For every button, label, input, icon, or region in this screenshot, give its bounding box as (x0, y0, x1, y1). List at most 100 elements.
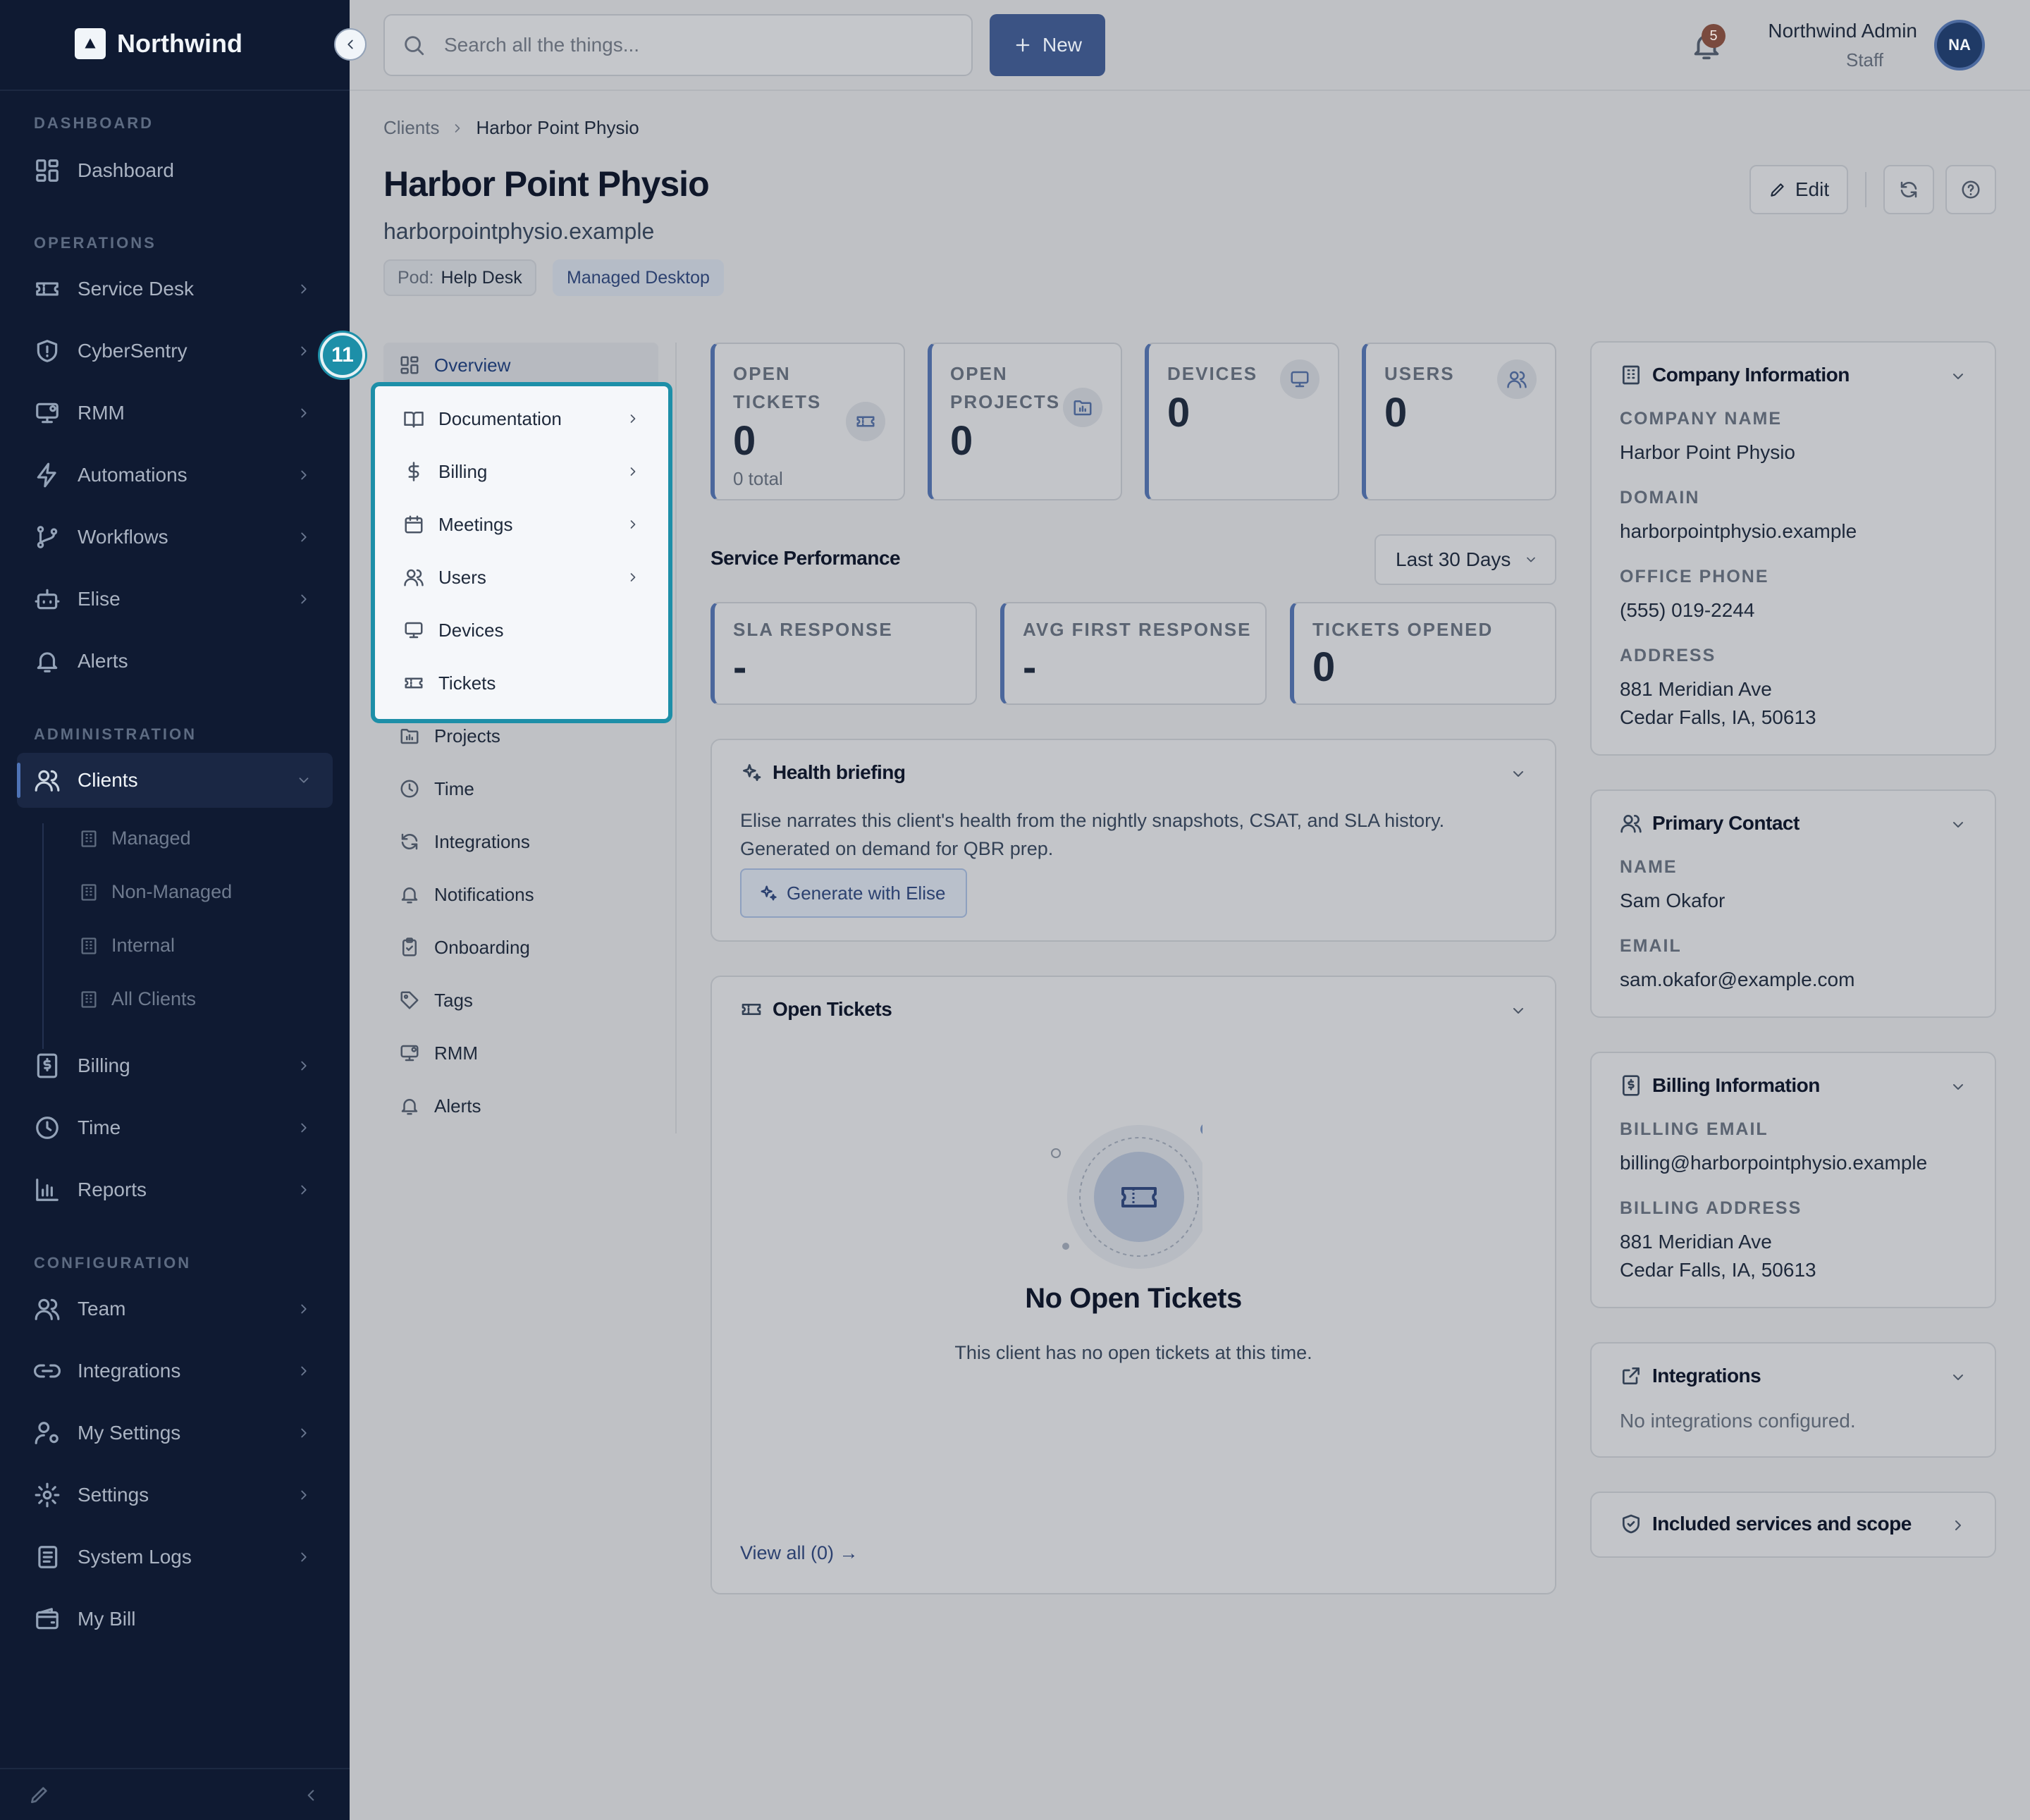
chevron-left-icon (347, 39, 353, 49)
sidebar-subitem-non-managed[interactable]: Non-Managed (79, 881, 232, 903)
subnav-integrations[interactable]: Integrations (383, 819, 658, 864)
sidebar-item-integrations[interactable]: Integrations (17, 1344, 333, 1398)
stat-open-projects[interactable]: OPEN PROJECTS 0 (928, 343, 1122, 500)
sidebar-item-cybersentry[interactable]: CyberSentry (17, 324, 333, 379)
subnav-overview[interactable]: Overview (383, 343, 658, 388)
date-range-select[interactable]: Last 30 Days (1374, 534, 1556, 585)
sidebar-item-elise[interactable]: Elise (17, 572, 333, 627)
chevron-down-icon (1527, 557, 1535, 562)
contact-email-value[interactable]: sam.okafor@example.com (1620, 966, 1854, 994)
new-button[interactable]: New (990, 14, 1105, 76)
avatar[interactable]: NA (1934, 20, 1985, 70)
subnav-meetings[interactable]: Meetings (388, 502, 656, 547)
stat-open-tickets[interactable]: OPEN TICKETS 0 0 total (710, 343, 905, 500)
health-briefing-card: Health briefing Elise narrates this clie… (710, 739, 1556, 942)
sidebar-subitem-internal[interactable]: Internal (79, 935, 175, 957)
page-title: Harbor Point Physio (383, 164, 710, 204)
integrations-empty-text: No integrations configured. (1620, 1410, 1856, 1432)
metric-value: - (733, 644, 747, 690)
chevron-right-icon (296, 1301, 312, 1317)
subnav-alerts[interactable]: Alerts (383, 1083, 658, 1129)
sidebar-item-reports[interactable]: Reports (17, 1162, 333, 1217)
view-all-tickets-link[interactable]: View all (0) → (740, 1542, 859, 1564)
subnav-devices[interactable]: Devices (388, 608, 656, 653)
global-search[interactable] (383, 14, 973, 76)
edit-button-label: Edit (1795, 178, 1830, 200)
subitem-label: Non-Managed (111, 881, 233, 902)
subnav-tags[interactable]: Tags (383, 978, 658, 1023)
subnav-onboarding[interactable]: Onboarding (383, 925, 658, 970)
refresh-icon (1900, 181, 1917, 198)
sidebar-item-service-desk[interactable]: Service Desk (17, 262, 333, 316)
building-icon (79, 883, 99, 902)
breadcrumb-parent[interactable]: Clients (383, 117, 439, 139)
sidebar-item-settings[interactable]: Settings (17, 1468, 333, 1523)
sidebar-item-clients[interactable]: Clients (17, 753, 333, 808)
sidebar-item-billing[interactable]: Billing (17, 1038, 333, 1093)
edit-button[interactable]: Edit (1749, 165, 1848, 214)
sidebar-subitem-all-clients[interactable]: All Clients (79, 988, 196, 1010)
chevron-down-icon (296, 773, 312, 788)
field-label: BILLING ADDRESS (1620, 1198, 1802, 1218)
generate-with-elise-button[interactable]: Generate with Elise (740, 868, 967, 918)
sidebar-subitem-managed[interactable]: Managed (79, 828, 191, 849)
stat-users[interactable]: USERS 0 (1362, 343, 1556, 500)
sidebar-item-label: My Settings (78, 1422, 181, 1444)
stat-devices[interactable]: DEVICES 0 (1145, 343, 1339, 500)
subnav-rmm[interactable]: RMM (383, 1031, 658, 1076)
sidebar-item-rmm[interactable]: RMM (17, 386, 333, 441)
pencil-icon[interactable] (28, 1783, 51, 1806)
help-button[interactable] (1945, 165, 1996, 214)
collapse-left-icon[interactable] (302, 1786, 320, 1804)
building-icon (79, 990, 99, 1009)
chevron-down-icon[interactable] (1510, 1002, 1527, 1019)
sparkles-icon (743, 764, 761, 781)
sidebar-collapse-button[interactable] (334, 28, 367, 61)
app-logo[interactable]: Northwind (75, 28, 242, 59)
card-title: Primary Contact (1652, 812, 1800, 834)
sidebar-item-my-settings[interactable]: My Settings (17, 1406, 333, 1461)
subnav-users[interactable]: Users (388, 555, 656, 600)
subnav-notifications[interactable]: Notifications (383, 872, 658, 917)
subnav-documentation[interactable]: Documentation (388, 396, 656, 441)
chevron-down-icon[interactable] (1950, 1369, 1967, 1386)
chevron-right-icon (296, 1058, 312, 1074)
sidebar-item-label: Settings (78, 1484, 149, 1506)
phone-value: (555) 019-2244 (1620, 599, 1755, 621)
health-description: Elise narrates this client's health from… (740, 810, 1445, 859)
chevron-down-icon[interactable] (1950, 1078, 1967, 1095)
sidebar-item-my-bill[interactable]: My Bill (17, 1592, 333, 1647)
metric-label: TICKETS OPENED (1312, 619, 1494, 640)
sidebar-item-team[interactable]: Team (17, 1281, 333, 1336)
included-services-card[interactable]: Included services and scope (1590, 1492, 1996, 1558)
dashboard-icon (34, 157, 61, 184)
subnav-billing[interactable]: Billing (388, 449, 656, 494)
section-configuration: CONFIGURATION (34, 1254, 192, 1272)
sidebar-item-system-logs[interactable]: System Logs (17, 1530, 333, 1585)
plus-icon (1016, 38, 1030, 52)
search-input[interactable] (444, 34, 937, 56)
company-information-card: Company Information COMPANY NAME Harbor … (1590, 341, 1996, 756)
folder-chart-icon (1063, 388, 1102, 427)
subnav-tickets[interactable]: Tickets (388, 660, 656, 706)
chevron-down-icon[interactable] (1950, 368, 1967, 385)
clock-icon (399, 778, 420, 799)
sidebar-item-alerts[interactable]: Alerts (17, 634, 333, 689)
refresh-button[interactable] (1883, 165, 1934, 214)
chevron-down-icon[interactable] (1950, 816, 1967, 833)
invoice-icon (1623, 1075, 1640, 1096)
sidebar-item-label: Service Desk (78, 278, 194, 300)
sidebar-item-workflows[interactable]: Workflows (17, 510, 333, 565)
external-link-icon (1623, 1367, 1640, 1384)
users-icon (1497, 359, 1537, 399)
subnav-time[interactable]: Time (383, 766, 658, 811)
chevron-right-icon (626, 570, 640, 584)
clock-icon (34, 1114, 61, 1141)
chevron-down-icon[interactable] (1510, 765, 1527, 782)
billing-email-value[interactable]: billing@harborpointphysio.example (1620, 1149, 1927, 1177)
chevron-right-icon (455, 123, 460, 133)
sidebar-item-label: Workflows (78, 526, 168, 548)
sidebar-item-time[interactable]: Time (17, 1100, 333, 1155)
sidebar-item-automations[interactable]: Automations (17, 448, 333, 503)
sidebar-item-dashboard[interactable]: Dashboard (17, 143, 333, 198)
